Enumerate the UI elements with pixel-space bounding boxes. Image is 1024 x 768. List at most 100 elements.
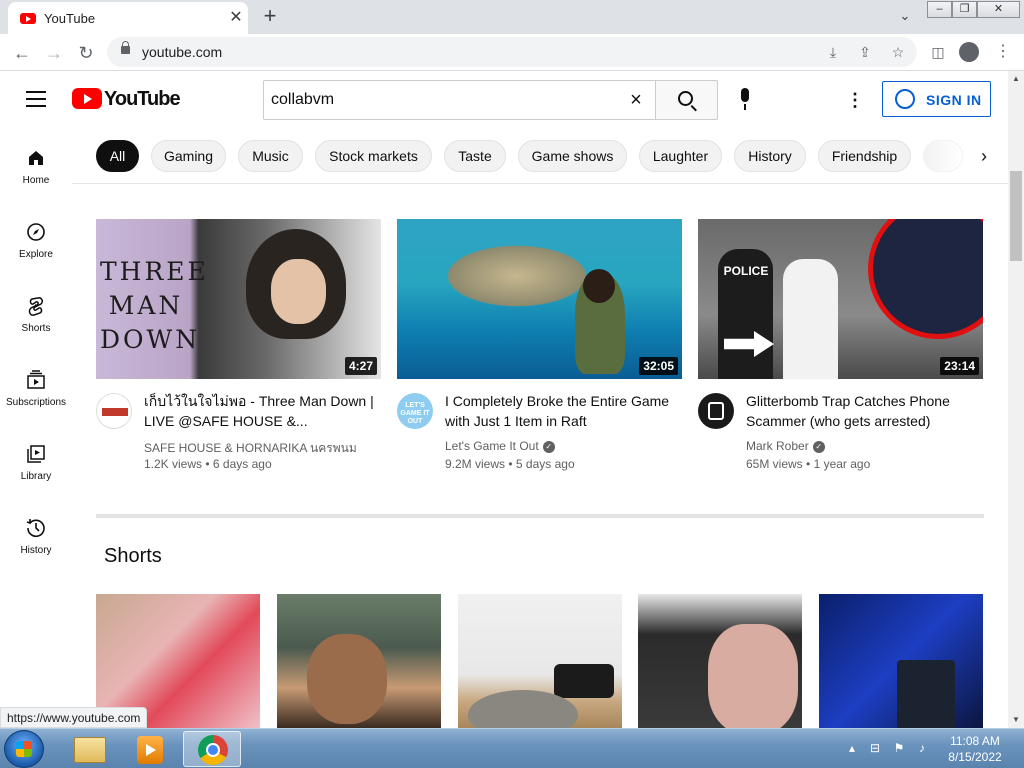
scroll-up-icon[interactable]: ▲ xyxy=(1008,71,1024,87)
verified-icon: ✓ xyxy=(542,440,555,453)
chip-gaming[interactable]: Gaming xyxy=(151,140,226,172)
search-input-value[interactable]: collabvm xyxy=(271,91,334,109)
search-icon xyxy=(678,91,693,106)
action-center-icon[interactable]: ⚑ xyxy=(890,739,908,757)
chip-laughter[interactable]: Laughter xyxy=(639,140,722,172)
sidebar-item-explore[interactable]: Explore xyxy=(0,212,72,276)
address-bar[interactable]: youtube.com ⤓ ⇪ ☆ xyxy=(107,37,917,67)
video-views: 1.2K views xyxy=(144,457,203,471)
sidebar-item-shorts[interactable]: Shorts xyxy=(0,286,72,350)
video-title[interactable]: เก็บไว้ในใจไม่พอ - Three Man Down | LIVE… xyxy=(144,391,374,431)
youtube-logo-text: YouTube xyxy=(104,88,181,110)
tab-title: YouTube xyxy=(44,11,96,26)
subscriptions-icon xyxy=(27,370,45,389)
video-title[interactable]: Glitterbomb Trap Catches Phone Scammer (… xyxy=(746,391,976,431)
sidebar: Home Explore Shorts Subscriptions Librar… xyxy=(0,128,72,728)
reload-icon[interactable]: ↻ xyxy=(72,39,100,67)
new-tab-button[interactable]: + xyxy=(258,5,282,29)
channel-avatar[interactable]: LET'S GAME IT OUT xyxy=(397,393,433,429)
scrollbar-thumb[interactable] xyxy=(1010,171,1022,261)
sidebar-item-library[interactable]: Library xyxy=(0,434,72,498)
youtube-logo[interactable]: YouTube xyxy=(72,88,181,110)
windows-taskbar: ▴ ⊟ ⚑ ♪ 11:08 AM 8/15/2022 xyxy=(0,728,1024,768)
chip-history[interactable]: History xyxy=(734,140,806,172)
search-input[interactable]: collabvm × xyxy=(263,80,655,120)
chrome-menu-icon[interactable]: ⋮ xyxy=(995,42,1011,62)
close-window-button[interactable]: ✕ xyxy=(977,1,1020,18)
video-age: 6 days ago xyxy=(212,457,272,471)
forward-icon[interactable]: → xyxy=(40,39,68,67)
page-scrollbar[interactable]: ▲ ▼ xyxy=(1008,71,1024,728)
short-thumbnail[interactable] xyxy=(819,594,983,728)
chevron-right-icon[interactable]: › xyxy=(968,140,1000,172)
clear-search-icon[interactable]: × xyxy=(626,90,646,110)
video-channel-name[interactable]: SAFE HOUSE & HORNARIKA นครพนม xyxy=(144,439,357,458)
sidebar-item-subscriptions[interactable]: Subscriptions xyxy=(0,360,72,424)
short-face xyxy=(307,634,387,724)
chrome-taskbar-button[interactable] xyxy=(183,731,241,767)
search-button[interactable] xyxy=(655,80,718,120)
side-panel-icon[interactable]: ◫ xyxy=(928,42,948,62)
network-icon[interactable]: ⊟ xyxy=(866,739,884,757)
start-button[interactable] xyxy=(4,730,44,768)
sidebar-item-label: Home xyxy=(22,175,50,186)
browser-tabstrip: YouTube ✕ + ⌄ – ❐ ✕ xyxy=(0,0,1024,34)
bookmark-star-icon[interactable]: ☆ xyxy=(888,42,908,62)
thumbnail-face xyxy=(271,259,326,324)
chip-game-shows[interactable]: Game shows xyxy=(518,140,627,172)
video-thumbnail[interactable]: 32:05 xyxy=(397,219,682,379)
chip-friendship[interactable]: Friendship xyxy=(818,140,911,172)
thumbnail-head xyxy=(583,269,615,303)
channel-avatar[interactable] xyxy=(698,393,734,429)
youtube-logo-icon xyxy=(72,88,102,109)
video-thumbnail[interactable]: THREE MAN DOWN 4:27 xyxy=(96,219,381,379)
lock-icon[interactable] xyxy=(121,41,130,54)
sidebar-item-home[interactable]: Home xyxy=(0,138,72,202)
chip-taste[interactable]: Taste xyxy=(444,140,506,172)
install-icon[interactable]: ⤓ xyxy=(823,42,843,62)
sidebar-item-label: Explore xyxy=(19,249,53,260)
chip-all[interactable]: All xyxy=(96,140,139,172)
short-figure xyxy=(708,624,798,728)
chrome-icon xyxy=(198,735,228,765)
video-channel-name[interactable]: Mark Rober ✓ xyxy=(746,439,825,453)
short-thumbnail[interactable] xyxy=(638,594,802,728)
browser-tab[interactable]: YouTube ✕ xyxy=(8,2,248,34)
video-channel-name[interactable]: Let's Game It Out ✓ xyxy=(445,439,555,453)
volume-icon[interactable]: ♪ xyxy=(913,739,931,757)
short-thumbnail[interactable] xyxy=(458,594,622,728)
thumbnail-man-figure xyxy=(783,259,838,379)
media-player-icon xyxy=(137,736,163,764)
minimize-button[interactable]: – xyxy=(927,1,952,18)
clock-time[interactable]: 11:08 AM xyxy=(940,734,1010,748)
media-player-taskbar-button[interactable] xyxy=(122,731,180,767)
sign-in-button[interactable]: SIGN IN xyxy=(882,81,991,117)
chip-overflow[interactable] xyxy=(923,140,963,172)
sidebar-item-history[interactable]: History xyxy=(0,508,72,572)
share-icon[interactable]: ⇪ xyxy=(855,42,875,62)
history-icon xyxy=(26,519,45,538)
compass-icon xyxy=(27,223,45,241)
clock-date[interactable]: 8/15/2022 xyxy=(940,750,1010,764)
back-icon[interactable]: ← xyxy=(8,39,36,67)
file-explorer-taskbar-button[interactable] xyxy=(61,731,119,767)
thumbnail-funnel xyxy=(437,241,597,311)
tab-search-icon[interactable]: ⌄ xyxy=(895,8,915,28)
channel-avatar[interactable] xyxy=(96,393,132,429)
short-thumbnail[interactable] xyxy=(277,594,441,728)
video-title[interactable]: I Completely Broke the Entire Game with … xyxy=(445,391,675,431)
video-views: 9.2M views xyxy=(445,457,506,471)
url-text[interactable]: youtube.com xyxy=(142,44,222,60)
tab-close-icon[interactable]: ✕ xyxy=(226,8,246,28)
hamburger-menu-icon[interactable] xyxy=(26,91,46,107)
profile-icon[interactable] xyxy=(959,42,979,62)
chip-music[interactable]: Music xyxy=(238,140,303,172)
more-options-icon[interactable]: ⋮ xyxy=(846,89,864,111)
video-thumbnail[interactable]: POLICE 23:14 xyxy=(698,219,983,379)
restore-button[interactable]: ❐ xyxy=(952,1,977,18)
show-hidden-icons-icon[interactable]: ▴ xyxy=(843,739,861,757)
chip-stock-markets[interactable]: Stock markets xyxy=(315,140,432,172)
microphone-icon[interactable] xyxy=(739,88,751,112)
scroll-down-icon[interactable]: ▼ xyxy=(1008,712,1024,728)
thumbnail-zoom-circle xyxy=(868,219,983,339)
